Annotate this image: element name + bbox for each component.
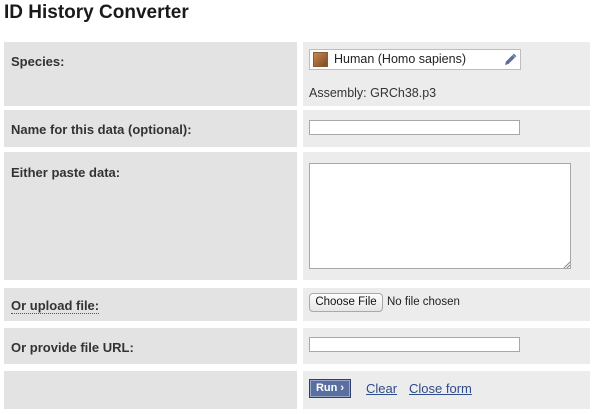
choose-file-button[interactable]: Choose File bbox=[309, 293, 383, 312]
close-form-link[interactable]: Close form bbox=[409, 381, 472, 396]
name-label: Name for this data (optional): bbox=[11, 122, 192, 137]
paste-data-textarea[interactable] bbox=[309, 163, 571, 269]
file-url-input[interactable] bbox=[309, 337, 520, 352]
name-row: Name for this data (optional): bbox=[4, 110, 590, 147]
upload-row: Or upload file: Choose File No file chos… bbox=[4, 288, 590, 321]
clear-link[interactable]: Clear bbox=[366, 381, 397, 396]
species-label: Species: bbox=[11, 54, 65, 69]
paste-label: Either paste data: bbox=[11, 165, 121, 180]
run-button[interactable]: Run › bbox=[309, 379, 351, 398]
species-selector[interactable]: Human (Homo sapiens) bbox=[309, 49, 521, 70]
assembly-text: Assembly: GRCh38.p3 bbox=[309, 86, 437, 100]
species-name: Human (Homo sapiens) bbox=[334, 52, 466, 66]
page-title: ID History Converter bbox=[4, 2, 189, 23]
pencil-edit-icon[interactable] bbox=[503, 53, 517, 67]
actions-row: Run › Clear Close form bbox=[4, 371, 590, 409]
upload-label: Or upload file: bbox=[11, 298, 100, 314]
url-label: Or provide file URL: bbox=[11, 340, 134, 355]
url-row: Or provide file URL: bbox=[4, 328, 590, 364]
resize-handle-icon[interactable] bbox=[563, 261, 570, 268]
paste-row: Either paste data: bbox=[4, 152, 590, 280]
species-row: Species: Human (Homo sapiens) Assembly: … bbox=[4, 42, 590, 106]
file-status: No file chosen bbox=[387, 296, 460, 308]
name-input[interactable] bbox=[309, 120, 520, 135]
human-species-icon bbox=[313, 52, 328, 67]
